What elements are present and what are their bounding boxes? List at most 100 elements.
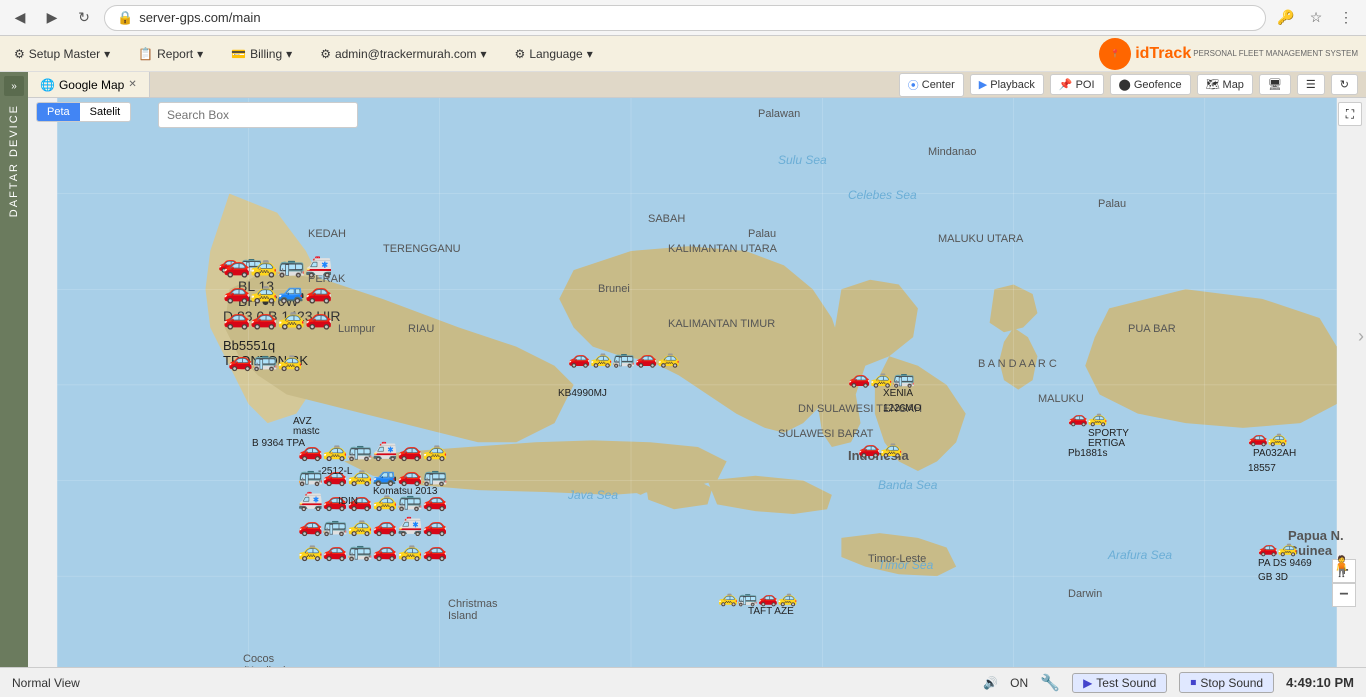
lock-icon: 🔒	[117, 10, 133, 26]
test-sound-button[interactable]: ▶ Test Sound	[1072, 673, 1167, 693]
label-banda-sea: Banda Sea	[878, 478, 937, 492]
vehicle-cluster-far-east: 🚗🚕	[1258, 538, 1298, 558]
label-perak: PERAK	[308, 273, 345, 285]
label-maluku-utara: MALUKU UTARA	[938, 233, 1023, 245]
vehicle-cluster-papua: 🚗🚕	[1068, 408, 1108, 428]
tab-bar: 🌐 Google Map ✕ ⦿ Center ▶ Playback 📌 POI	[28, 72, 1366, 98]
zoom-out-button[interactable]: −	[1332, 583, 1356, 607]
map-type-selector: Peta Satelit	[36, 102, 131, 122]
logo: 📍 idTrack PERSONAL FLEET MANAGEMENT SYST…	[1099, 38, 1358, 70]
poi-icon: 📌	[1059, 78, 1073, 91]
label-palawan: Palawan	[758, 108, 800, 120]
sidebar-toggle[interactable]: »	[4, 76, 24, 96]
monitor-button[interactable]: 🖥	[1259, 74, 1291, 95]
bookmark-icon[interactable]: ☆	[1304, 6, 1328, 30]
vehicle-label-1: BL 13	[238, 278, 274, 294]
tab-label: Google Map	[59, 78, 124, 92]
url-text: server-gps.com/main	[139, 10, 260, 25]
scroll-indicator[interactable]: ›	[1358, 326, 1364, 347]
vehicle-marker-1: 🚗🚌	[218, 253, 263, 274]
label-palau: Palau	[748, 228, 776, 240]
language-menu[interactable]: ⚙ Language ▾	[509, 43, 599, 65]
center-button[interactable]: ⦿ Center	[899, 73, 964, 97]
stop-sound-label: Stop Sound	[1200, 676, 1263, 690]
vehicle-label-xenia: XENIA	[883, 388, 913, 399]
browser-icon-group: 🔑 ☆ ⋮	[1274, 6, 1358, 30]
vehicle-label-gb3d: GB 3D	[1258, 572, 1288, 583]
label-maluku: MALUKU	[1038, 393, 1084, 405]
refresh-button[interactable]: ↻	[72, 6, 96, 30]
vehicle-cluster-sumatra: 🚗🚕🚌🚑 🚗🚕🚙🚗 🚗🚗🚕🚗	[223, 253, 333, 331]
poi-button[interactable]: 📌 POI	[1050, 74, 1104, 95]
sidebar: » DAFTAR DEVICE	[0, 72, 28, 667]
wrench-icon: 🔧	[1040, 673, 1060, 693]
address-bar[interactable]: 🔒 server-gps.com/main	[104, 5, 1266, 31]
sound-icon: 🔊	[983, 676, 998, 690]
language-arrow: ▾	[587, 47, 593, 61]
vehicle-label-pa032: PA032AH	[1253, 448, 1296, 459]
logo-circle: 📍	[1099, 38, 1131, 70]
map-icon: 🗺	[1206, 78, 1220, 91]
label-riau: RIAU	[408, 323, 434, 335]
map-view[interactable]: Thailand Palawan Sulu Sea Mindanao Palau…	[28, 98, 1366, 667]
label-arafura: Arafura Sea	[1108, 548, 1172, 562]
label-kedah: KEDAH	[308, 228, 346, 240]
label-cocos: Cocos(Keeling)Islands	[243, 653, 287, 667]
label-terengganu: TERENGGANU	[383, 243, 461, 255]
pegman-button[interactable]: 🧍	[1329, 554, 1354, 579]
fullscreen-button[interactable]: ⛶	[1338, 102, 1362, 126]
satelit-button[interactable]: Satelit	[80, 103, 131, 121]
tab-close-button[interactable]: ✕	[128, 79, 136, 90]
label-mindanao: Mindanao	[928, 146, 976, 158]
label-sulu-sea: Sulu Sea	[778, 153, 827, 167]
playback-button[interactable]: ▶ Playback	[970, 74, 1044, 95]
map-container[interactable]: 🌐 Google Map ✕ ⦿ Center ▶ Playback 📌 POI	[28, 72, 1366, 667]
peta-button[interactable]: Peta	[37, 103, 80, 121]
user-menu[interactable]: ⚙ admin@trackermurah.com ▾	[314, 43, 492, 65]
label-palau-2: Palau	[1098, 198, 1126, 210]
stop-sound-button[interactable]: ⏹ Stop Sound	[1179, 672, 1274, 693]
vehicle-label-2: BH ●70W	[238, 293, 299, 309]
vehicle-cluster-sul2: 🚗🚕	[858, 438, 903, 459]
vehicle-label-b9364: B 9364 TPA	[252, 438, 305, 449]
vehicle-label-1226mo: 1226MO	[883, 403, 921, 414]
vehicle-cluster-flores: 🚕🚌	[718, 588, 758, 608]
back-button[interactable]: ◀	[8, 6, 32, 30]
key-icon[interactable]: 🔑	[1274, 6, 1298, 30]
tab-icon: 🌐	[40, 78, 55, 92]
search-input[interactable]	[158, 102, 358, 128]
geofence-button[interactable]: ⬤ Geofence	[1110, 74, 1191, 95]
main-area: » DAFTAR DEVICE 🌐 Google Map ✕ ⦿ Center …	[0, 72, 1366, 667]
billing-label: Billing	[250, 47, 282, 61]
label-sabah: SABAH	[648, 213, 685, 225]
vehicle-label-bb: Bb5551q	[223, 338, 275, 353]
stop-sound-icon: ⏹	[1190, 675, 1196, 690]
setup-master-menu[interactable]: ⚙ Setup Master ▾	[8, 43, 116, 65]
normal-view-label: Normal View	[12, 676, 80, 690]
billing-icon: 💳	[231, 47, 246, 61]
list-button[interactable]: ☰	[1297, 74, 1325, 95]
google-map-tab[interactable]: 🌐 Google Map ✕	[28, 72, 150, 97]
label-kl: Lumpur	[338, 323, 375, 335]
forward-button[interactable]: ▶	[40, 6, 64, 30]
center-label: Center	[922, 79, 955, 91]
vehicle-cluster-sul: 🚗🚕🚌	[848, 368, 915, 389]
report-menu[interactable]: 📋 Report ▾	[132, 43, 209, 65]
logo-text: idTrack	[1135, 45, 1191, 63]
vehicle-label-tronton: TRONTON BK	[223, 353, 308, 368]
test-sound-label: Test Sound	[1096, 676, 1156, 690]
label-timor-leste: Timor-Leste	[868, 553, 926, 565]
billing-menu[interactable]: 💳 Billing ▾	[225, 43, 298, 65]
label-papua-barat: PUA BAR	[1128, 323, 1176, 335]
language-icon: ⚙	[515, 47, 526, 61]
label-darwin: Darwin	[1068, 588, 1102, 600]
vehicle-label-pb1881: Pb1881s	[1068, 448, 1107, 459]
billing-arrow: ▾	[286, 47, 292, 61]
map-type-button[interactable]: 🗺 Map	[1197, 74, 1253, 95]
poi-label: POI	[1076, 79, 1095, 91]
menu-button[interactable]: ⋮	[1334, 6, 1358, 30]
reload-map-button[interactable]: ↻	[1331, 74, 1358, 95]
vehicle-label-pads: PA DS 9469	[1258, 558, 1312, 569]
label-kal-timur: KALIMANTAN TIMUR	[668, 318, 775, 330]
center-icon: ⦿	[908, 77, 919, 93]
